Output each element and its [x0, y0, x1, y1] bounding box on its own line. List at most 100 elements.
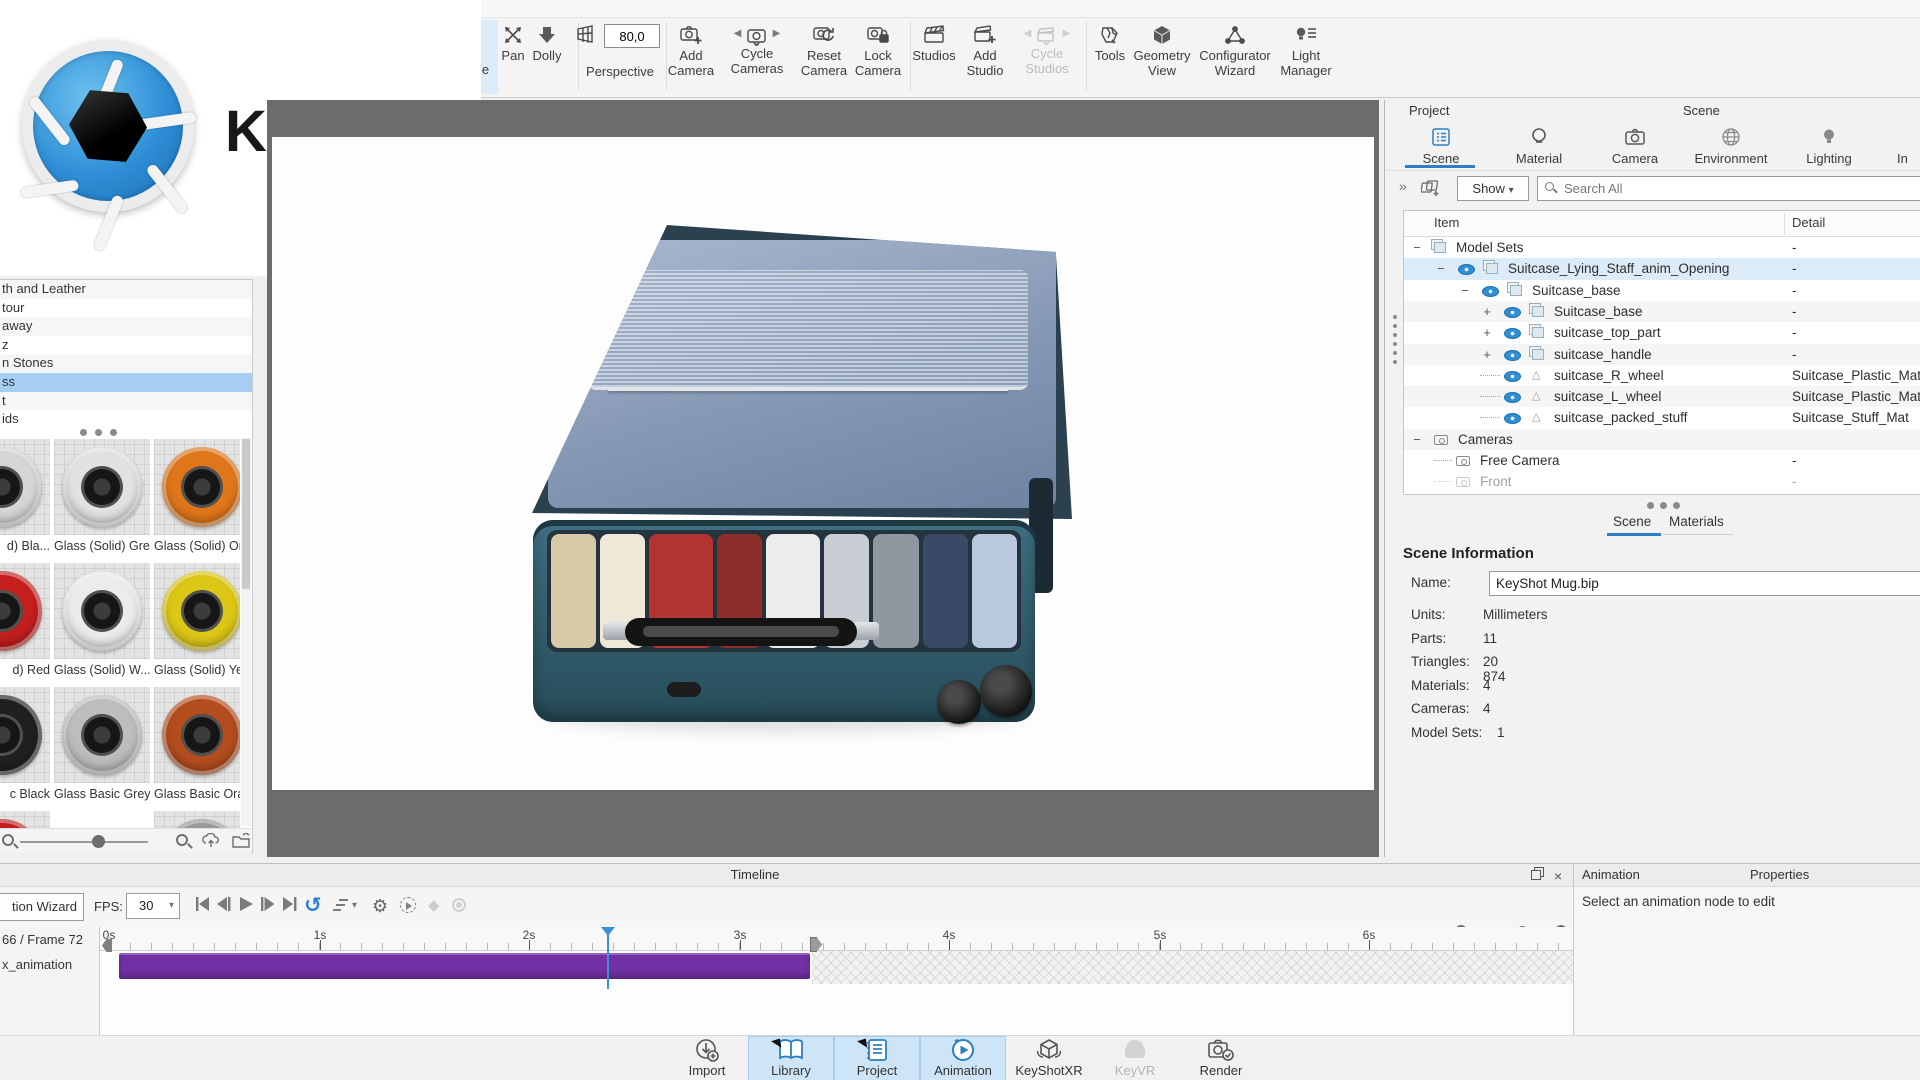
scene-name-input[interactable] — [1489, 571, 1920, 596]
library-category[interactable]: z — [0, 335, 252, 355]
configurator-wizard-button[interactable]: Configurator Wizard — [1196, 22, 1274, 94]
subtab-scene[interactable]: Scene — [1613, 514, 1651, 529]
cycle-prev-icon[interactable]: ◀ — [734, 28, 742, 39]
studios-button[interactable]: Studios — [906, 22, 962, 94]
material-item[interactable]: Glass (Solid) Yel... — [154, 563, 240, 677]
library-category[interactable]: away — [0, 317, 252, 336]
material-item[interactable]: d) Bla... — [0, 439, 50, 553]
visibility-eye-icon[interactable] — [1504, 413, 1521, 425]
animation-track-name[interactable]: x_animation — [2, 957, 72, 972]
tree-row[interactable]: − Model Sets - — [1404, 237, 1920, 258]
timeline-track-area[interactable] — [100, 937, 1573, 1036]
caret-down-icon[interactable]: ▾ — [352, 900, 357, 911]
library-category-selected[interactable]: ss — [0, 372, 252, 392]
collapse-icon[interactable]: − — [1458, 280, 1472, 301]
show-filter-button[interactable]: Show ▾ — [1457, 176, 1529, 201]
library-category[interactable]: th and Leather — [0, 280, 252, 299]
tree-row[interactable]: + suitcase_top_part - — [1404, 322, 1920, 343]
tree-row[interactable]: Free Camera - — [1404, 450, 1920, 471]
thumbnail-size-slider[interactable] — [20, 841, 148, 843]
library-category[interactable]: n Stones — [0, 354, 252, 373]
import-button[interactable]: Import — [664, 1036, 750, 1080]
visibility-eye-icon[interactable] — [1504, 306, 1521, 318]
search-box[interactable] — [1537, 176, 1920, 201]
subtab-materials[interactable]: Materials — [1669, 514, 1724, 529]
lock-camera-button[interactable]: Lock Camera — [852, 22, 904, 94]
dolly-button[interactable]: Dolly — [524, 22, 570, 94]
search-input[interactable] — [1564, 178, 1914, 199]
material-item[interactable]: Glass Basic Grey — [54, 687, 150, 801]
cycle-next-icon[interactable]: ▶ — [773, 28, 781, 39]
visibility-eye-icon[interactable] — [1504, 328, 1521, 340]
render-button[interactable]: Render — [1178, 1036, 1264, 1080]
tab-scene[interactable]: Scene — [1395, 127, 1487, 166]
collapse-icon[interactable]: − — [1410, 429, 1424, 450]
keyshotxr-button[interactable]: KeyShotXR — [1006, 1036, 1092, 1080]
light-manager-button[interactable]: Light Manager — [1273, 22, 1339, 94]
tree-row[interactable]: Front - — [1404, 471, 1920, 492]
float-window-icon[interactable] — [1531, 870, 1541, 880]
turntable-preview-button[interactable] — [400, 897, 416, 913]
material-item[interactable]: Glass (Solid) W... — [54, 563, 150, 677]
library-category[interactable]: tour — [0, 298, 252, 318]
timeline-titlebar[interactable]: Timeline × — [0, 864, 1573, 887]
zoom-out-icon[interactable] — [2, 834, 14, 846]
add-studio-button[interactable]: Add Studio — [959, 22, 1011, 94]
skip-to-start-button[interactable] — [192, 895, 214, 917]
cloud-upload-icon[interactable] — [202, 833, 220, 849]
loop-playback-button[interactable]: ↺ — [304, 895, 326, 917]
project-button[interactable]: Project — [834, 1035, 920, 1080]
add-geometry-icon[interactable] — [1421, 178, 1443, 198]
animation-wizard-button[interactable]: tion Wizard — [0, 893, 84, 921]
tab-camera[interactable]: Camera — [1589, 127, 1681, 166]
timeline-settings-button[interactable]: ⚙ — [372, 895, 394, 917]
tab-material[interactable]: Material — [1493, 127, 1585, 166]
tree-row[interactable]: − Suitcase_base - — [1404, 280, 1920, 301]
tab-environment[interactable]: Environment — [1685, 127, 1777, 166]
collapse-panel-chevrons[interactable]: » — [1399, 178, 1407, 194]
step-forward-button[interactable] — [258, 895, 280, 917]
cycle-cameras-button[interactable]: ◀ ▶ Cycle Cameras — [723, 22, 791, 94]
panel-edge-dots[interactable] — [1393, 315, 1397, 364]
timeline-ruler[interactable]: 0s 1s 2s 3s 4s 5s 6s — [100, 927, 1573, 951]
tree-row[interactable]: − Cameras — [1404, 428, 1920, 450]
tree-row[interactable]: △ suitcase_packed_stuff Suitcase_Stuff_M… — [1404, 407, 1920, 428]
geometry-view-button[interactable]: Geometry View — [1128, 22, 1196, 94]
animation-clip-bar[interactable] — [119, 953, 810, 979]
tab-image[interactable]: In — [1897, 127, 1920, 166]
reset-camera-button[interactable]: Reset Camera — [795, 22, 853, 94]
playback-speed-button[interactable] — [330, 895, 352, 917]
render-canvas[interactable] — [272, 137, 1374, 790]
add-camera-button[interactable]: Add Camera — [662, 22, 720, 94]
tools-button[interactable]: Tools — [1088, 22, 1132, 94]
tree-row-selected[interactable]: − Suitcase_Lying_Staff_anim_Opening - — [1404, 258, 1920, 280]
expand-icon[interactable]: + — [1480, 301, 1494, 322]
collapse-icon[interactable]: − — [1410, 237, 1424, 258]
expand-icon[interactable]: + — [1480, 344, 1494, 365]
zoom-in-icon[interactable] — [176, 834, 188, 846]
close-icon[interactable]: × — [1554, 868, 1562, 884]
material-item[interactable]: Glass (Solid) Or... — [154, 439, 240, 553]
tree-row[interactable]: △ suitcase_R_wheel Suitcase_Plastic_Mat — [1404, 365, 1920, 386]
import-folder-icon[interactable] — [232, 833, 250, 849]
material-item[interactable]: Glass Basic Ora... — [154, 687, 240, 801]
playhead[interactable] — [607, 927, 609, 989]
tab-lighting[interactable]: Lighting — [1783, 127, 1875, 166]
skip-to-end-button[interactable] — [280, 895, 302, 917]
splitter-handle[interactable] — [1647, 502, 1680, 509]
collapse-icon[interactable]: − — [1434, 258, 1448, 279]
visibility-eye-icon[interactable] — [1458, 264, 1475, 276]
visibility-eye-icon[interactable] — [1504, 370, 1521, 382]
library-button[interactable]: Library — [748, 1035, 834, 1080]
material-item[interactable]: Glass (Solid) Grey — [54, 439, 150, 553]
realtime-viewport[interactable] — [267, 100, 1379, 857]
visibility-eye-icon[interactable] — [1504, 392, 1521, 404]
visibility-eye-icon[interactable] — [1504, 349, 1521, 361]
perspective-value-input[interactable] — [604, 24, 660, 48]
tree-row[interactable]: + suitcase_handle - — [1404, 343, 1920, 365]
expand-icon[interactable]: + — [1480, 322, 1494, 343]
tree-row[interactable]: + Suitcase_base - — [1404, 300, 1920, 323]
material-item[interactable]: c Black — [0, 687, 50, 801]
splitter-handle[interactable] — [80, 429, 117, 436]
library-category[interactable]: t — [0, 391, 252, 411]
